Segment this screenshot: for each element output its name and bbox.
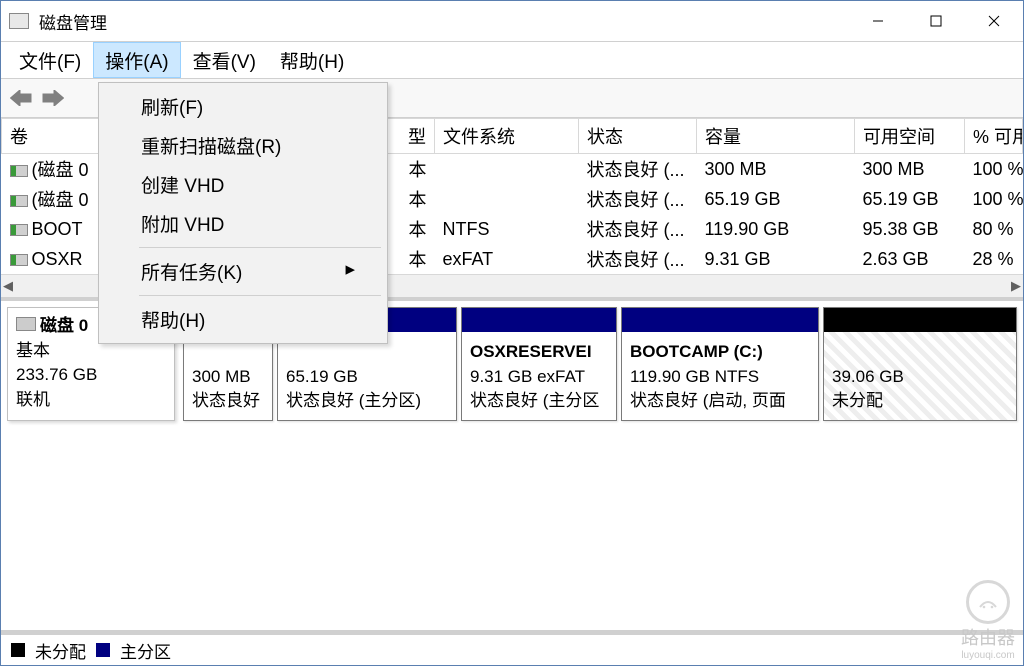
menuitem-create-vhd[interactable]: 创建 VHD [101, 165, 385, 204]
menuitem-attach-vhd[interactable]: 附加 VHD [101, 204, 385, 243]
vol-pct: 100 % [965, 184, 1023, 214]
partition-size: 300 MB [192, 365, 266, 390]
menuitem-all-tasks[interactable]: 所有任务(K) ▸ [101, 252, 385, 291]
partition-box[interactable]: BOOTCAMP (C:)119.90 GB NTFS状态良好 (启动, 页面 [621, 307, 819, 421]
nav-back-button[interactable] [7, 84, 35, 112]
menu-file[interactable]: 文件(F) [7, 42, 93, 78]
vol-pct: 80 % [965, 214, 1023, 244]
partition-body: 39.06 GB未分配 [824, 332, 1016, 420]
vol-name: (磁盘 0 [32, 190, 89, 210]
volume-icon [10, 254, 28, 266]
partition-title: BOOTCAMP (C:) [630, 340, 812, 365]
vol-status: 状态良好 (... [579, 214, 697, 244]
vol-capacity: 65.19 GB [697, 184, 855, 214]
vol-status: 状态良好 (... [579, 184, 697, 214]
col-free[interactable]: 可用空间 [855, 119, 965, 154]
vol-capacity: 300 MB [697, 154, 855, 185]
partition-size: 9.31 GB exFAT [470, 365, 610, 390]
vol-pct: 28 % [965, 244, 1023, 274]
app-icon [9, 13, 29, 29]
legend: 未分配 主分区 [1, 635, 1023, 665]
vol-free: 2.63 GB [855, 244, 965, 274]
chevron-left-icon: ◀ [3, 278, 13, 294]
vol-status: 状态良好 (... [579, 244, 697, 274]
partition-title: OSXRESERVEI [470, 340, 610, 365]
vol-fs [435, 184, 579, 214]
menubar: 文件(F) 操作(A) 查看(V) 帮助(H) [1, 42, 1023, 78]
col-status[interactable]: 状态 [579, 119, 697, 154]
partition-stripe [462, 308, 616, 332]
minimize-button[interactable] [849, 1, 907, 41]
disk-status: 联机 [16, 388, 166, 413]
col-pctfree[interactable]: % 可用 [965, 119, 1023, 154]
col-capacity[interactable]: 容量 [697, 119, 855, 154]
menu-view[interactable]: 查看(V) [181, 42, 268, 78]
legend-label-primary: 主分区 [120, 638, 171, 663]
vol-status: 状态良好 (... [579, 154, 697, 185]
vol-name: OSXR [32, 249, 83, 269]
menu-help[interactable]: 帮助(H) [268, 42, 356, 78]
partition-box[interactable]: 39.06 GB未分配 [823, 307, 1017, 421]
vol-free: 300 MB [855, 154, 965, 185]
menu-separator [139, 247, 381, 248]
close-button[interactable] [965, 1, 1023, 41]
vol-free: 95.38 GB [855, 214, 965, 244]
volume-icon [10, 195, 28, 207]
vol-fs: NTFS [435, 214, 579, 244]
partition-body: 300 MB状态良好 [184, 332, 272, 420]
titlebar: 磁盘管理 [1, 1, 1023, 42]
partition-body: BOOTCAMP (C:)119.90 GB NTFS状态良好 (启动, 页面 [622, 332, 818, 420]
menu-separator [139, 295, 381, 296]
vol-fs [435, 154, 579, 185]
vol-free: 65.19 GB [855, 184, 965, 214]
close-icon [988, 15, 1000, 27]
minimize-icon [872, 15, 884, 27]
submenu-arrow-icon: ▸ [345, 258, 355, 285]
vol-fs: exFAT [435, 244, 579, 274]
legend-label-unallocated: 未分配 [35, 638, 86, 663]
col-fs[interactable]: 文件系统 [435, 119, 579, 154]
vol-name: (磁盘 0 [32, 160, 89, 180]
partition-status: 状态良好 (主分区 [470, 389, 610, 414]
arrow-right-icon [42, 90, 64, 106]
menuitem-rescan[interactable]: 重新扫描磁盘(R) [101, 126, 385, 165]
partition-status: 状态良好 (主分区) [286, 389, 450, 414]
maximize-button[interactable] [907, 1, 965, 41]
partition-box[interactable]: OSXRESERVEI9.31 GB exFAT状态良好 (主分区 [461, 307, 617, 421]
vol-name: BOOT [32, 219, 83, 239]
arrow-left-icon [10, 90, 32, 106]
action-dropdown: 刷新(F) 重新扫描磁盘(R) 创建 VHD 附加 VHD 所有任务(K) ▸ … [98, 82, 388, 344]
partition-size: 39.06 GB [832, 365, 1010, 390]
disk-layout-panel: 磁盘 0 基本 233.76 GB 联机 300 MB状态良好65.19 GB状… [1, 298, 1023, 635]
partition-size: 119.90 GB NTFS [630, 365, 812, 390]
partition-status: 未分配 [832, 389, 1010, 414]
chevron-right-icon: ▶ [1011, 278, 1021, 294]
vol-capacity: 119.90 GB [697, 214, 855, 244]
legend-swatch-primary [96, 643, 110, 657]
menuitem-help[interactable]: 帮助(H) [101, 300, 385, 339]
legend-swatch-unallocated [11, 643, 25, 657]
volume-icon [10, 224, 28, 236]
menuitem-all-tasks-label: 所有任务(K) [141, 258, 242, 285]
partition-size: 65.19 GB [286, 365, 450, 390]
nav-forward-button[interactable] [39, 84, 67, 112]
partition-stripe [622, 308, 818, 332]
disk-name: 磁盘 0 [40, 316, 88, 335]
partition-status: 状态良好 (启动, 页面 [630, 389, 812, 414]
empty-space [1, 427, 1023, 630]
vol-capacity: 9.31 GB [697, 244, 855, 274]
partition-stripe [824, 308, 1016, 332]
maximize-icon [930, 15, 942, 27]
partition-title [832, 340, 1010, 365]
menu-action[interactable]: 操作(A) [93, 42, 180, 78]
partition-body: 65.19 GB状态良好 (主分区) [278, 332, 456, 420]
partition-body: OSXRESERVEI9.31 GB exFAT状态良好 (主分区 [462, 332, 616, 420]
vol-pct: 100 % [965, 154, 1023, 185]
window-title: 磁盘管理 [39, 9, 849, 34]
volume-icon [10, 165, 28, 177]
partition-status: 状态良好 [192, 389, 266, 414]
menuitem-refresh[interactable]: 刷新(F) [101, 87, 385, 126]
disk-size: 233.76 GB [16, 363, 166, 388]
disk-icon [16, 317, 36, 331]
